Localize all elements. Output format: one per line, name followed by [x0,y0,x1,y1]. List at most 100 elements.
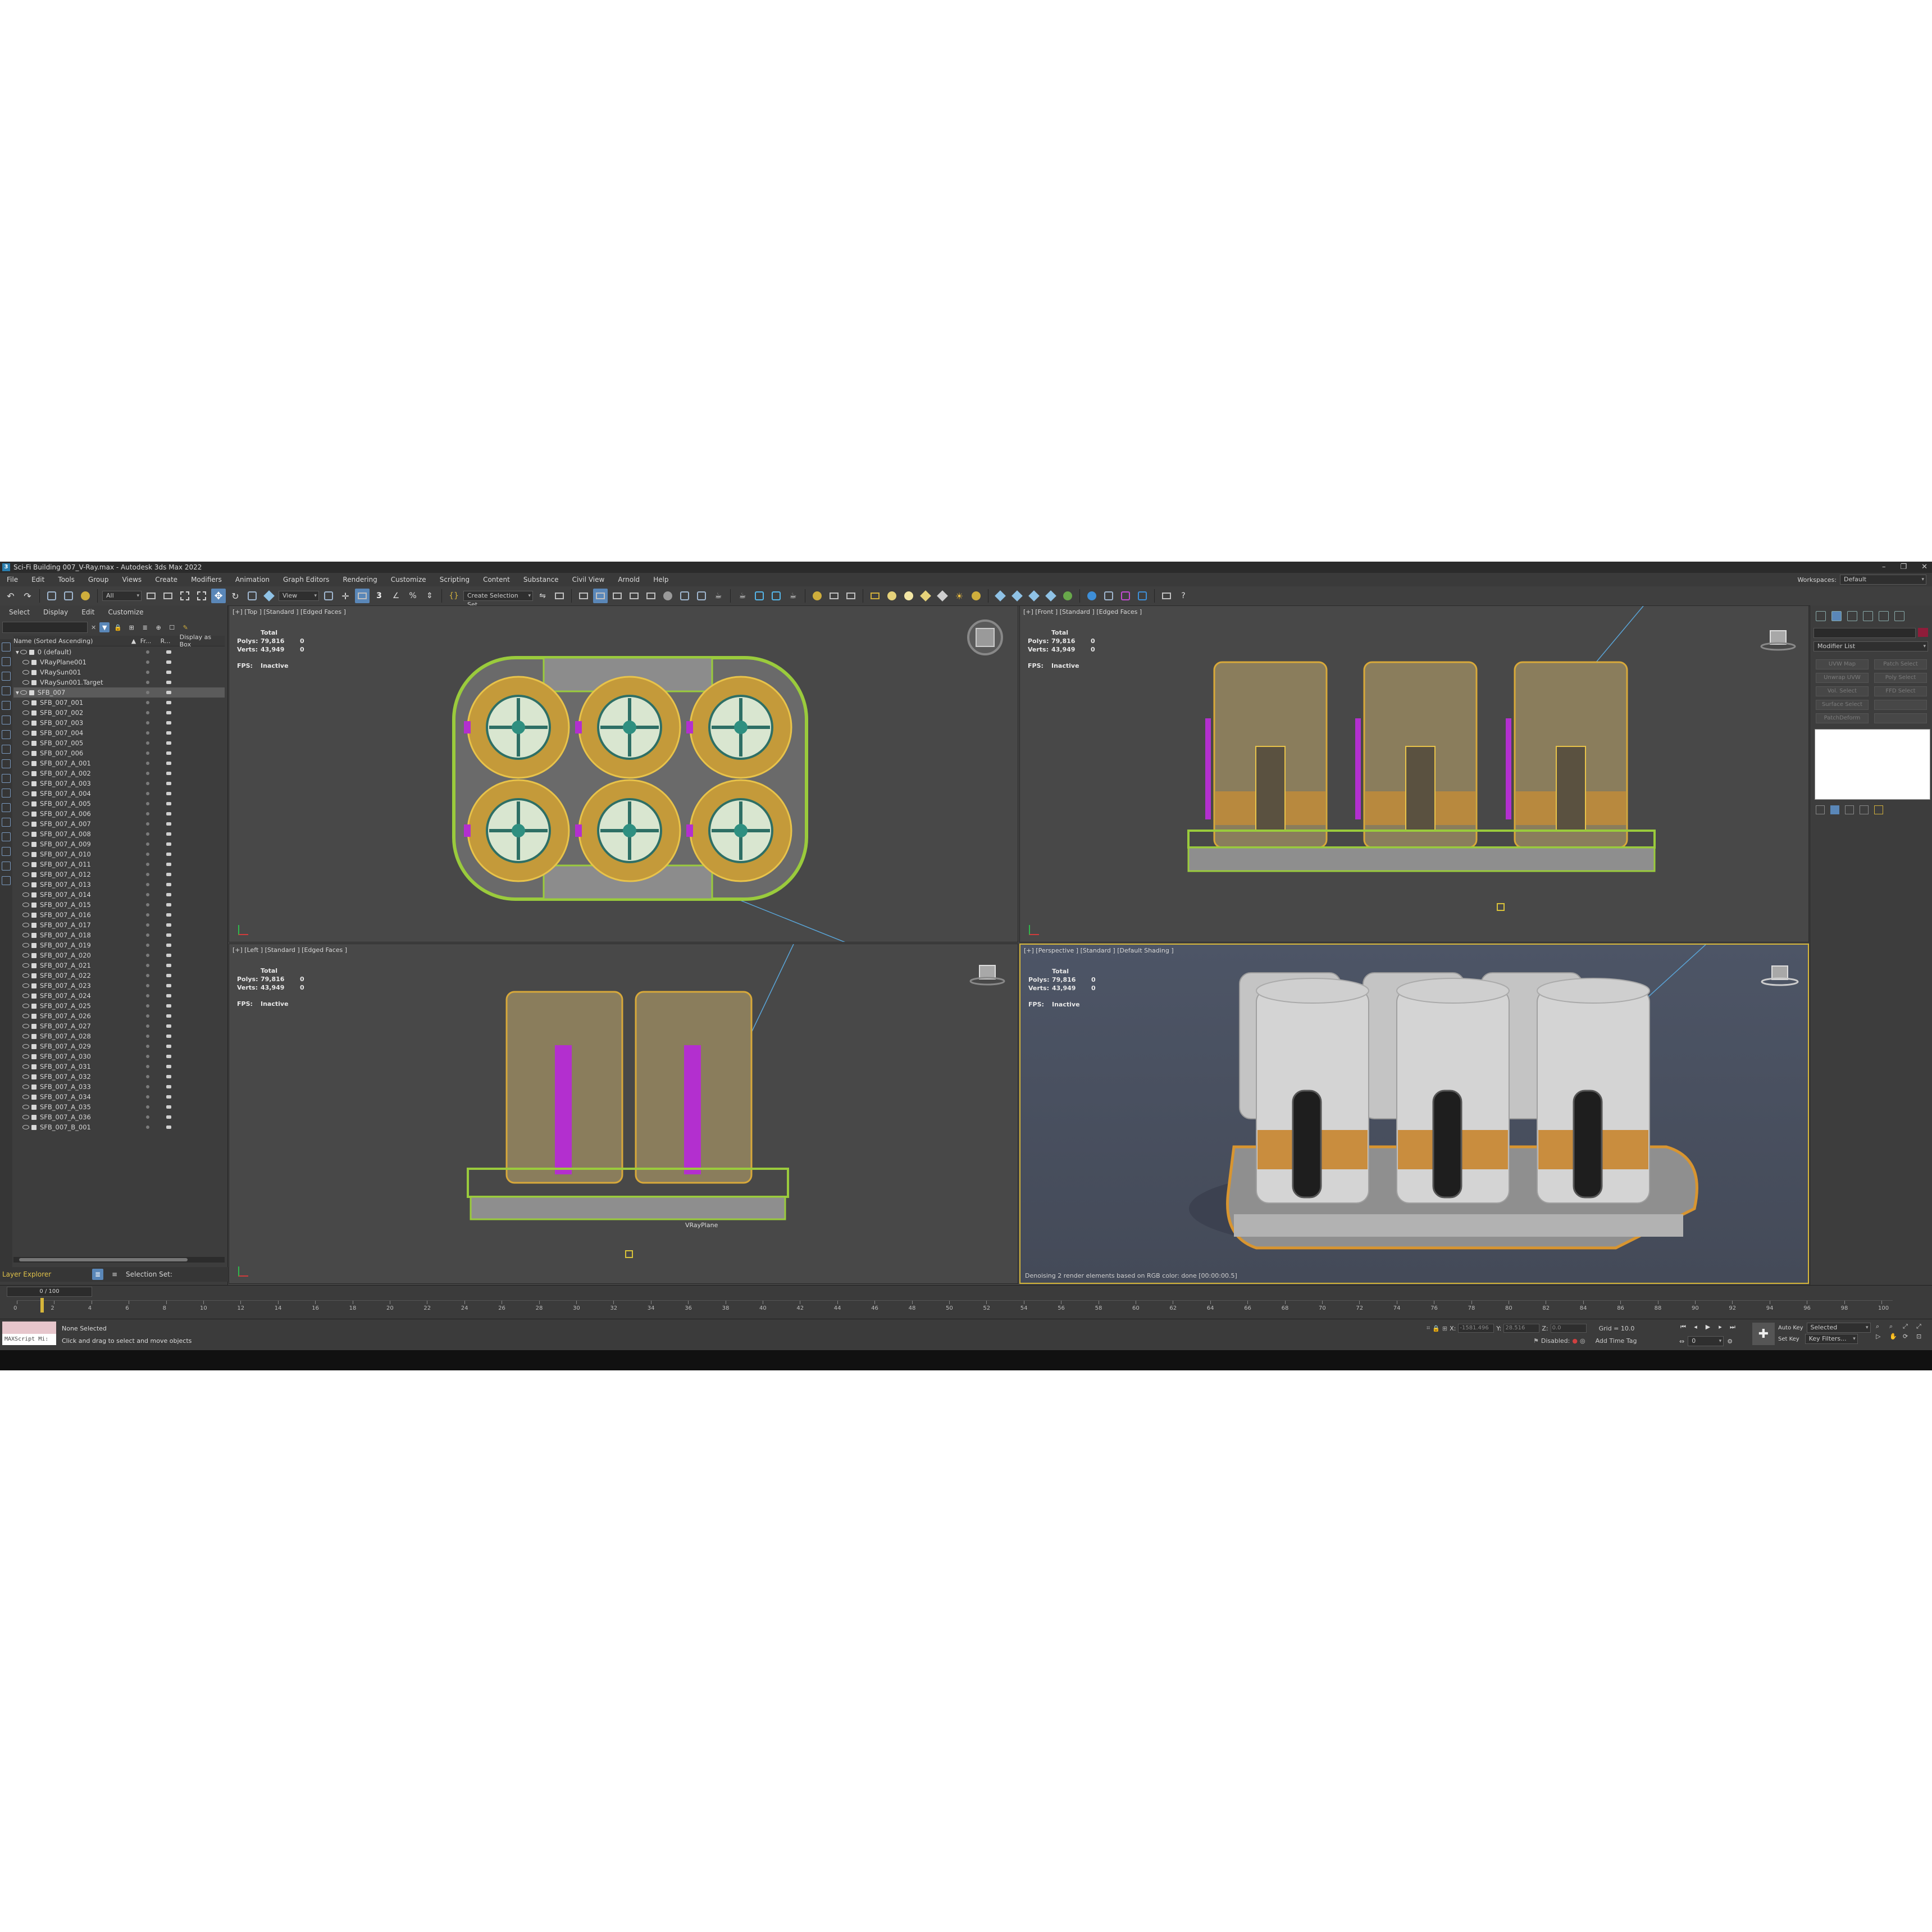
layer-tree-row[interactable]: ▾ 0 (default) [13,647,225,657]
visibility-eye-icon[interactable] [22,832,29,836]
render-toggle-icon[interactable] [166,1045,171,1048]
key-mode-icon[interactable]: ⇔ [1679,1338,1684,1345]
layer-tree-row[interactable]: SFB_007_A_012 [13,869,225,880]
menu-customize[interactable]: Customize [384,576,433,584]
keyboard-shortcut-override-button[interactable] [355,589,370,603]
visibility-eye-icon[interactable] [22,660,29,664]
visibility-eye-icon[interactable] [22,913,29,917]
previous-frame-icon[interactable]: ◂ [1692,1324,1699,1330]
select-scale-button[interactable] [245,589,259,603]
zoom-extents-icon[interactable]: ⤢ [1903,1323,1914,1330]
render-toggle-icon[interactable] [166,1004,171,1008]
render-toggle-icon[interactable] [166,853,171,856]
utilities-tab-icon[interactable] [1894,611,1904,621]
remove-modifier-icon[interactable] [1860,805,1869,814]
visibility-eye-icon[interactable] [22,1004,29,1008]
display-hidden-icon[interactable] [2,832,11,841]
display-dependents-icon[interactable] [2,876,11,885]
freeze-toggle-icon[interactable] [146,751,149,755]
freeze-toggle-icon[interactable] [146,984,149,987]
modifier-patchdeform-button[interactable]: PatchDeform [1816,713,1869,723]
freeze-toggle-icon[interactable] [146,1085,149,1088]
layer-tree-row[interactable]: SFB_007_A_002 [13,768,225,778]
modifier-empty-button[interactable] [1874,713,1927,723]
explorer-horizontal-scrollbar[interactable] [13,1257,225,1263]
render-toggle-icon[interactable] [166,812,171,815]
display-containers-icon[interactable] [2,803,11,812]
freeze-toggle-icon[interactable] [146,1004,149,1008]
freeze-toggle-icon[interactable] [146,1045,149,1048]
freeze-toggle-icon[interactable] [146,1035,149,1038]
absolute-mode-icon[interactable]: ⊞ [1442,1325,1447,1332]
layer-tree-row[interactable]: SFB_007_A_032 [13,1072,225,1082]
viewport-front[interactable]: [+] [Front ] [Standard ] [Edged Faces ] … [1019,605,1809,942]
visibility-eye-icon[interactable] [22,700,29,705]
render-toggle-icon[interactable] [166,944,171,947]
link-button[interactable] [44,589,59,603]
display-geometry-icon[interactable] [2,672,11,681]
layer-tree-row[interactable]: SFB_007_A_004 [13,789,225,799]
render-toggle-icon[interactable] [166,822,171,826]
display-all-icon[interactable] [2,657,11,666]
auto-key-button[interactable]: Auto Key [1778,1323,1803,1334]
visibility-eye-icon[interactable] [22,1105,29,1109]
display-children-icon[interactable] [2,847,11,856]
menu-group[interactable]: Group [81,576,116,584]
layer-tree-row[interactable]: SFB_007_A_015 [13,900,225,910]
display-xrefs-icon[interactable] [2,774,11,783]
render-toggle-icon[interactable] [166,1105,171,1109]
display-cameras-icon[interactable] [2,716,11,724]
layer-tree-row[interactable]: SFB_007_A_006 [13,809,225,819]
rendered-frame-window-button[interactable] [694,589,709,603]
align-button[interactable] [552,589,567,603]
visibility-eye-icon[interactable] [22,973,29,978]
visibility-eye-icon[interactable] [22,852,29,856]
vray-proxy-button[interactable] [844,589,858,603]
layer-tree-row[interactable]: SFB_007_A_005 [13,799,225,809]
visibility-eye-icon[interactable] [22,741,29,745]
visibility-eye-icon[interactable] [22,822,29,826]
menu-help[interactable]: Help [646,576,675,584]
time-slider[interactable]: 0 / 100 [7,1287,92,1297]
unlink-button[interactable] [61,589,76,603]
pan-icon[interactable]: ✋ [1889,1333,1901,1340]
visibility-eye-icon[interactable] [22,862,29,867]
layer-tree-row[interactable]: SFB_007_A_025 [13,1001,225,1011]
render-toggle-icon[interactable] [166,650,171,654]
show-end-result-icon[interactable] [1830,805,1839,814]
vray-mesh-light-button[interactable] [935,589,950,603]
layer-tree-row[interactable]: SFB_007_A_009 [13,839,225,849]
visibility-eye-icon[interactable] [22,1095,29,1099]
freeze-toggle-icon[interactable] [146,933,149,937]
layer-tree-row[interactable]: SFB_007_A_022 [13,970,225,981]
vray-fur-button[interactable] [993,589,1008,603]
configure-modifier-sets-icon[interactable] [1874,805,1883,814]
layer-tree-row[interactable]: SFB_007_A_028 [13,1031,225,1041]
expand-arrow-icon[interactable]: ▾ [16,689,19,696]
render-toggle-icon[interactable] [166,681,171,684]
maxscript-listener[interactable]: MAXScript Mi: [2,1322,56,1346]
vray-mesh-export-button[interactable] [827,589,841,603]
freeze-toggle-icon[interactable] [146,701,149,704]
display-tab-icon[interactable] [1879,611,1889,621]
layer-tree-row[interactable]: SFB_007_004 [13,728,225,738]
menu-file[interactable]: File [0,576,25,584]
add-time-tag[interactable]: Add Time Tag [1596,1337,1637,1345]
vray-sphere-light-button[interactable] [901,589,916,603]
layer-tree-row[interactable]: SFB_007_A_017 [13,920,225,930]
visibility-eye-icon[interactable] [22,771,29,776]
hierarchy-tab-icon[interactable] [1847,611,1857,621]
layer-tree-row[interactable]: SFB_007_A_013 [13,880,225,890]
next-frame-icon[interactable]: ▸ [1716,1324,1724,1330]
visibility-eye-icon[interactable] [22,710,29,715]
visibility-eye-icon[interactable] [22,943,29,947]
toggle-layer-explorer-button[interactable] [593,589,608,603]
bind-space-warp-button[interactable] [78,589,93,603]
render-toggle-icon[interactable] [166,792,171,795]
reference-coordinate-dropdown[interactable]: View [279,591,319,601]
set-key-button[interactable]: Set Key [1778,1334,1799,1345]
maxscript-mini-listener[interactable]: MAXScript Mi: [2,1334,56,1345]
display-none-icon[interactable] [2,643,11,651]
freeze-toggle-icon[interactable] [146,1075,149,1078]
render-toggle-icon[interactable] [166,691,171,694]
